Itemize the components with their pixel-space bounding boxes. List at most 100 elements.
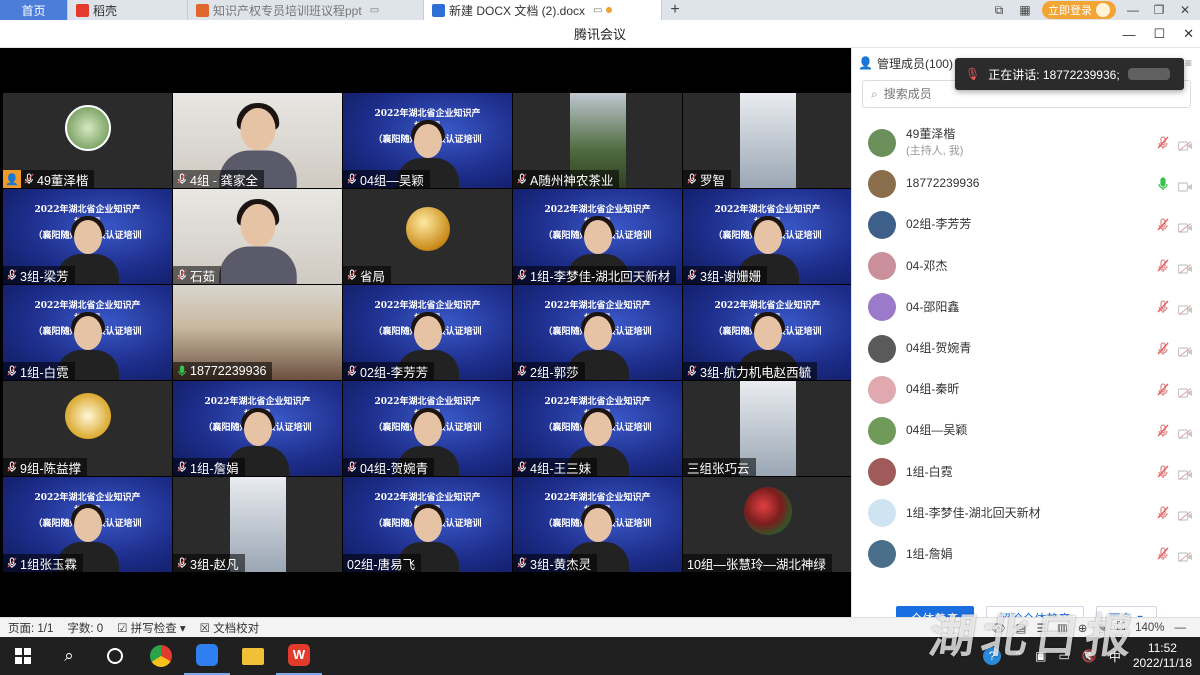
video-tile[interactable]: A随州神农茶业 xyxy=(513,93,682,188)
chrome-app[interactable] xyxy=(138,637,184,675)
spellcheck-button[interactable]: ☑ 拼写检查 ▾ xyxy=(117,620,185,636)
member-row[interactable]: 1组-詹娟 xyxy=(852,534,1200,575)
member-mic-icon[interactable] xyxy=(1157,506,1169,520)
proofread-button[interactable]: ☒ 文档校对 xyxy=(200,620,260,636)
video-tile[interactable]: 2022年湖北省企业知识产权专员（襄阳随州）考核认证培训班3组-黄杰灵 xyxy=(513,477,682,572)
member-mic-icon[interactable] xyxy=(1157,218,1169,232)
restore-icon[interactable]: ❐ xyxy=(1150,3,1168,17)
tab-ppt[interactable]: 知识产权专员培训班议程ppt ▭ xyxy=(188,0,424,20)
member-mic-icon[interactable] xyxy=(1157,424,1169,438)
member-mic-icon[interactable] xyxy=(1157,341,1169,356)
video-tile[interactable]: 2022年湖北省企业知识产权专员（襄阳随州）考核认证培训班4组-王三妹 xyxy=(513,381,682,476)
minimize-icon[interactable]: — xyxy=(1124,3,1142,17)
video-tile[interactable]: 2022年湖北省企业知识产权专员（襄阳随州）考核认证培训班3组-谢姗姗 xyxy=(683,189,852,284)
clock[interactable]: 11:52 2022/11/18 xyxy=(1133,641,1192,671)
video-tile[interactable]: 罗智 xyxy=(683,93,852,188)
member-camera-icon[interactable] xyxy=(1177,179,1193,192)
tab-daoke[interactable]: 稻壳 xyxy=(68,0,188,20)
member-camera-icon[interactable] xyxy=(1177,385,1193,398)
tab-monitor-icon-2[interactable]: ▭ xyxy=(593,5,602,16)
member-camera-icon[interactable] xyxy=(1177,549,1193,563)
member-mic-icon[interactable] xyxy=(1157,383,1169,397)
mic-icon xyxy=(7,365,17,377)
tab-docx[interactable]: 新建 DOCX 文档 (2).docx ▭ xyxy=(424,0,662,20)
mic-icon xyxy=(347,173,357,185)
video-tile[interactable]: 2022年湖北省企业知识产权专员（襄阳随州）考核认证培训班04组—吴颖 xyxy=(343,93,512,188)
zoom-level[interactable]: 140% xyxy=(1135,622,1164,634)
meeting-maximize-icon[interactable]: ☐ xyxy=(1153,26,1165,42)
video-tile[interactable]: 10组—张慧玲—湖北神绿 xyxy=(683,477,852,572)
member-row[interactable]: 04组-秦昕 xyxy=(852,369,1200,410)
layout-toggle-icon[interactable]: ⧉ xyxy=(990,3,1008,18)
clock-date: 2022/11/18 xyxy=(1132,656,1192,670)
search-button[interactable]: ⌕ xyxy=(46,637,92,675)
member-camera-icon[interactable] xyxy=(1177,426,1193,439)
video-tile[interactable]: 2022年湖北省企业知识产权专员（襄阳随州）考核认证培训班3组-梁芳 xyxy=(3,189,172,284)
participant-name: 3组-赵凡 xyxy=(190,557,239,572)
meeting-minimize-icon[interactable]: — xyxy=(1122,27,1135,42)
member-row[interactable]: 04组—吴颖 xyxy=(852,410,1200,451)
member-camera-icon[interactable] xyxy=(1177,344,1193,357)
list-menu-icon[interactable]: ≡ xyxy=(1185,56,1192,70)
member-mic-icon[interactable] xyxy=(1157,465,1169,479)
member-row[interactable]: 04-邓杰 xyxy=(852,246,1200,287)
member-row[interactable]: 04-邵阳鑫 xyxy=(852,287,1200,328)
member-avatar xyxy=(868,540,896,569)
spellcheck-label: 拼写检查 xyxy=(130,622,177,635)
video-tile[interactable]: 2022年湖北省企业知识产权专员（襄阳随州）考核认证培训班1组-李梦佳-湖北回天… xyxy=(513,189,682,284)
tab-home[interactable]: 首页 xyxy=(0,0,68,20)
member-camera-icon[interactable] xyxy=(1177,220,1193,233)
member-camera-icon[interactable] xyxy=(1177,508,1193,522)
member-mic-icon[interactable] xyxy=(1157,259,1169,273)
close-icon[interactable]: ✕ xyxy=(1176,3,1194,17)
video-tile[interactable]: 2022年湖北省企业知识产权专员（襄阳随州）考核认证培训班1组-詹娟 xyxy=(173,381,342,476)
tab-monitor-icon[interactable]: ▭ xyxy=(370,5,379,16)
video-tile[interactable]: 三组张巧云 xyxy=(683,381,852,476)
profile-photo xyxy=(743,487,792,535)
member-camera-icon[interactable] xyxy=(1177,302,1193,316)
mic-icon xyxy=(687,365,697,377)
member-row[interactable]: 04组-贺婉青 xyxy=(852,328,1200,369)
member-camera-icon[interactable] xyxy=(1177,138,1193,151)
video-tile[interactable]: 9组-陈益撑 xyxy=(3,381,172,476)
video-tile[interactable]: 3组-赵凡 xyxy=(173,477,342,572)
video-tile[interactable]: 2022年湖北省企业知识产权专员（襄阳随州）考核认证培训班1组-白霓 xyxy=(3,285,172,380)
video-tile[interactable]: 2022年湖北省企业知识产权专员（襄阳随州）考核认证培训班02组-唐易飞 xyxy=(343,477,512,572)
video-tile[interactable]: 18772239936 xyxy=(173,285,342,380)
member-camera-icon[interactable] xyxy=(1177,261,1193,275)
participant-name: 04组-贺婉青 xyxy=(360,461,429,476)
new-tab-button[interactable]: + xyxy=(662,0,688,20)
start-button[interactable] xyxy=(0,637,46,675)
member-mic-icon[interactable] xyxy=(1157,547,1169,561)
member-row[interactable]: 49董泽楷 (主持人, 我) xyxy=(852,122,1200,163)
member-row[interactable]: 18772239936 xyxy=(852,163,1200,204)
tile-namebar: 3组-梁芳 xyxy=(3,266,75,284)
video-tile[interactable]: 2022年湖北省企业知识产权专员（襄阳随州）考核认证培训班1组张玉霖 xyxy=(3,477,172,572)
member-row[interactable]: 02组-李芳芳 xyxy=(852,204,1200,245)
member-mic-icon[interactable] xyxy=(1157,135,1169,150)
video-tile[interactable]: 2022年湖北省企业知识产权专员（襄阳随州）考核认证培训班3组-航力机电赵西毓 xyxy=(683,285,852,380)
video-tile[interactable]: 省局 xyxy=(343,189,512,284)
video-tile[interactable]: 2022年湖北省企业知识产权专员（襄阳随州）考核认证培训班02组-李芳芳 xyxy=(343,285,512,380)
member-camera-icon[interactable] xyxy=(1177,467,1193,480)
wps-app[interactable]: W xyxy=(276,637,322,675)
member-row[interactable]: 1组-白霓 xyxy=(852,452,1200,493)
video-tile[interactable]: 4组 - 龚家全 xyxy=(173,93,342,188)
member-mic-icon[interactable] xyxy=(1157,177,1169,191)
task-view-button[interactable] xyxy=(92,637,138,675)
tencent-meeting-app[interactable] xyxy=(184,637,230,675)
login-button[interactable]: 立即登录 xyxy=(1042,1,1116,19)
member-row[interactable]: 1组-李梦佳-湖北回天新材 xyxy=(852,493,1200,534)
tile-namebar: 3组-航力机电赵西毓 xyxy=(683,362,818,380)
watermark-logo: 湖北日报 xyxy=(925,609,1142,663)
zoom-out-icon[interactable]: — xyxy=(1175,622,1187,634)
apps-grid-icon[interactable]: ▦ xyxy=(1016,3,1034,17)
video-tile[interactable]: 2022年湖北省企业知识产权专员（襄阳随州）考核认证培训班2组-郭莎 xyxy=(513,285,682,380)
file-explorer-app[interactable] xyxy=(230,637,276,675)
video-tile[interactable]: 石茹 xyxy=(173,189,342,284)
video-tile[interactable]: 2022年湖北省企业知识产权专员（襄阳随州）考核认证培训班04组-贺婉青 xyxy=(343,381,512,476)
meeting-close-icon[interactable]: ✕ xyxy=(1183,26,1194,42)
tab-home-label: 首页 xyxy=(21,3,46,18)
member-mic-icon[interactable] xyxy=(1157,300,1169,314)
video-tile[interactable]: 👤 49董泽楷 xyxy=(3,93,172,188)
